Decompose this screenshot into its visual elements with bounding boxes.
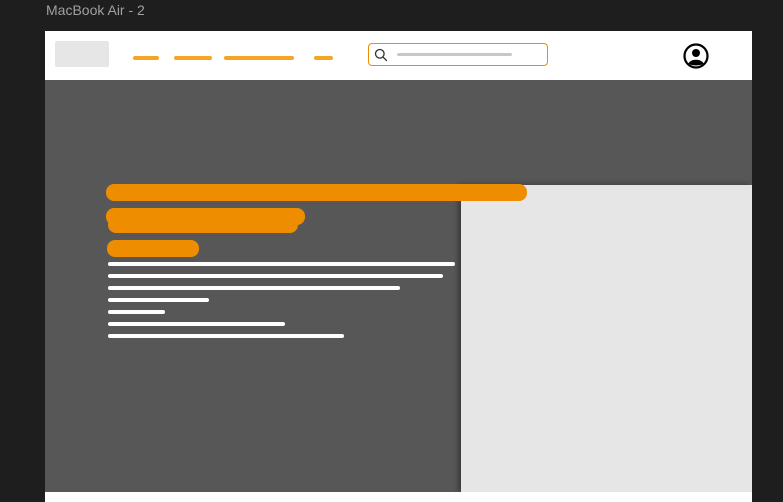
frame-title: MacBook Air - 2 bbox=[46, 2, 145, 18]
search-icon bbox=[374, 48, 388, 62]
headline-bar-2-shadow bbox=[108, 217, 298, 233]
search-input[interactable] bbox=[368, 43, 548, 66]
body-line-4 bbox=[108, 298, 209, 302]
search-placeholder-bar bbox=[397, 53, 512, 56]
nav-link-1[interactable] bbox=[133, 56, 159, 60]
body-line-3 bbox=[108, 286, 400, 290]
logo-placeholder[interactable] bbox=[55, 41, 109, 67]
nav-link-4[interactable] bbox=[314, 56, 333, 60]
headline-bar-3 bbox=[107, 240, 199, 257]
body-line-6 bbox=[108, 322, 285, 326]
headline-bar-1 bbox=[106, 184, 527, 201]
nav-link-3[interactable] bbox=[224, 56, 294, 60]
hero-section bbox=[45, 80, 752, 492]
nav-link-2[interactable] bbox=[174, 56, 212, 60]
macbook-frame bbox=[45, 31, 752, 502]
body-line-1 bbox=[108, 262, 455, 266]
hero-image-placeholder bbox=[461, 185, 752, 492]
body-line-2 bbox=[108, 274, 443, 278]
top-navbar bbox=[45, 31, 752, 80]
footer-strip bbox=[45, 492, 752, 502]
body-line-7 bbox=[108, 334, 344, 338]
user-avatar-icon[interactable] bbox=[683, 43, 709, 69]
body-line-5 bbox=[108, 310, 165, 314]
